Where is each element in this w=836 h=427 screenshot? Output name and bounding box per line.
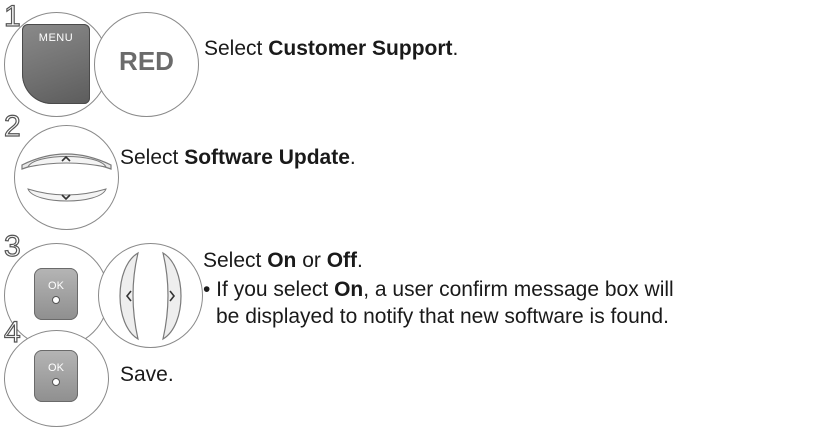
- step-1-text-post: .: [452, 37, 459, 60]
- step-2-text-bold: Software Update: [184, 146, 350, 169]
- red-button[interactable]: RED: [94, 46, 199, 77]
- ok-dot-icon: [52, 296, 60, 304]
- step-3-text-pre: Select: [203, 249, 268, 272]
- step-2-text: Select Software Update.: [120, 145, 356, 171]
- step-3-text-mid: or: [296, 249, 327, 272]
- step-3-bullet-post: , a user confirm message box will: [363, 278, 674, 301]
- step-4-text: Save.: [120, 363, 174, 386]
- step-3-text-bold-off: Off: [326, 249, 358, 272]
- step-number-3: 3: [3, 230, 21, 263]
- ok-button[interactable]: OK: [34, 268, 78, 320]
- step-3-bullet-pre: • If you select: [203, 278, 335, 301]
- ok-button-label: OK: [48, 280, 64, 292]
- ok-button-2-label: OK: [48, 362, 64, 374]
- nav-left-button[interactable]: [119, 251, 139, 341]
- step-1-text: Select Customer Support.: [204, 36, 458, 62]
- step-3-text-post: .: [357, 249, 363, 272]
- nav-up-button[interactable]: [21, 153, 112, 170]
- step-3-bullet-line2: be displayed to notify that new software…: [216, 305, 669, 328]
- step-3-bullet: • If you select On, a user confirm messa…: [203, 277, 674, 303]
- step-2-text-post: .: [349, 146, 356, 169]
- step-3-text: Select On or Off.: [203, 248, 363, 274]
- left-right-nav-buttons: [119, 251, 182, 341]
- nav-right-button[interactable]: [162, 251, 182, 341]
- menu-button-label: MENU: [38, 32, 74, 44]
- ok-dot-icon-2: [52, 378, 60, 386]
- ok-button-2[interactable]: OK: [34, 350, 78, 402]
- step-3-text-bold-on: On: [267, 249, 297, 272]
- step-2-text-pre: Select: [120, 146, 185, 169]
- up-down-nav-buttons: [21, 153, 112, 202]
- menu-button[interactable]: MENU: [22, 24, 90, 104]
- step-1-text-bold: Customer Support: [268, 37, 453, 60]
- step-3-bullet-bold: On: [334, 278, 364, 301]
- nav-down-button[interactable]: [27, 188, 107, 202]
- step-1-text-pre: Select: [204, 37, 269, 60]
